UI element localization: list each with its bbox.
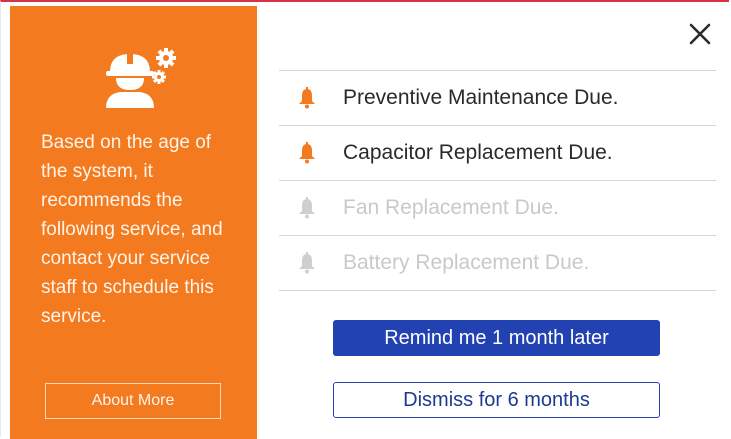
- remind-later-button[interactable]: Remind me 1 month later: [333, 320, 660, 356]
- list-item-label: Preventive Maintenance Due.: [343, 86, 619, 109]
- sidebar-panel: Based on the age of the system, it recom…: [10, 6, 257, 439]
- bell-icon: [299, 142, 315, 164]
- service-recommendation-text: Based on the age of the system, it recom…: [41, 132, 223, 327]
- list-item: Capacitor Replacement Due.: [279, 126, 716, 181]
- service-list: Preventive Maintenance Due. Capacitor Re…: [279, 70, 716, 291]
- worker-gears-icon: [106, 48, 176, 108]
- bell-icon: [299, 197, 315, 219]
- close-icon[interactable]: [686, 20, 714, 48]
- list-item: Fan Replacement Due.: [279, 181, 716, 236]
- list-item-label: Battery Replacement Due.: [343, 251, 590, 274]
- bell-icon: [299, 252, 315, 274]
- list-item-label: Capacitor Replacement Due.: [343, 141, 613, 164]
- bell-icon: [299, 87, 315, 109]
- list-item: Battery Replacement Due.: [279, 236, 716, 291]
- list-item-label: Fan Replacement Due.: [343, 196, 559, 219]
- about-more-button[interactable]: About More: [45, 383, 221, 419]
- dismiss-button[interactable]: Dismiss for 6 months: [333, 382, 660, 418]
- list-item: Preventive Maintenance Due.: [279, 71, 716, 126]
